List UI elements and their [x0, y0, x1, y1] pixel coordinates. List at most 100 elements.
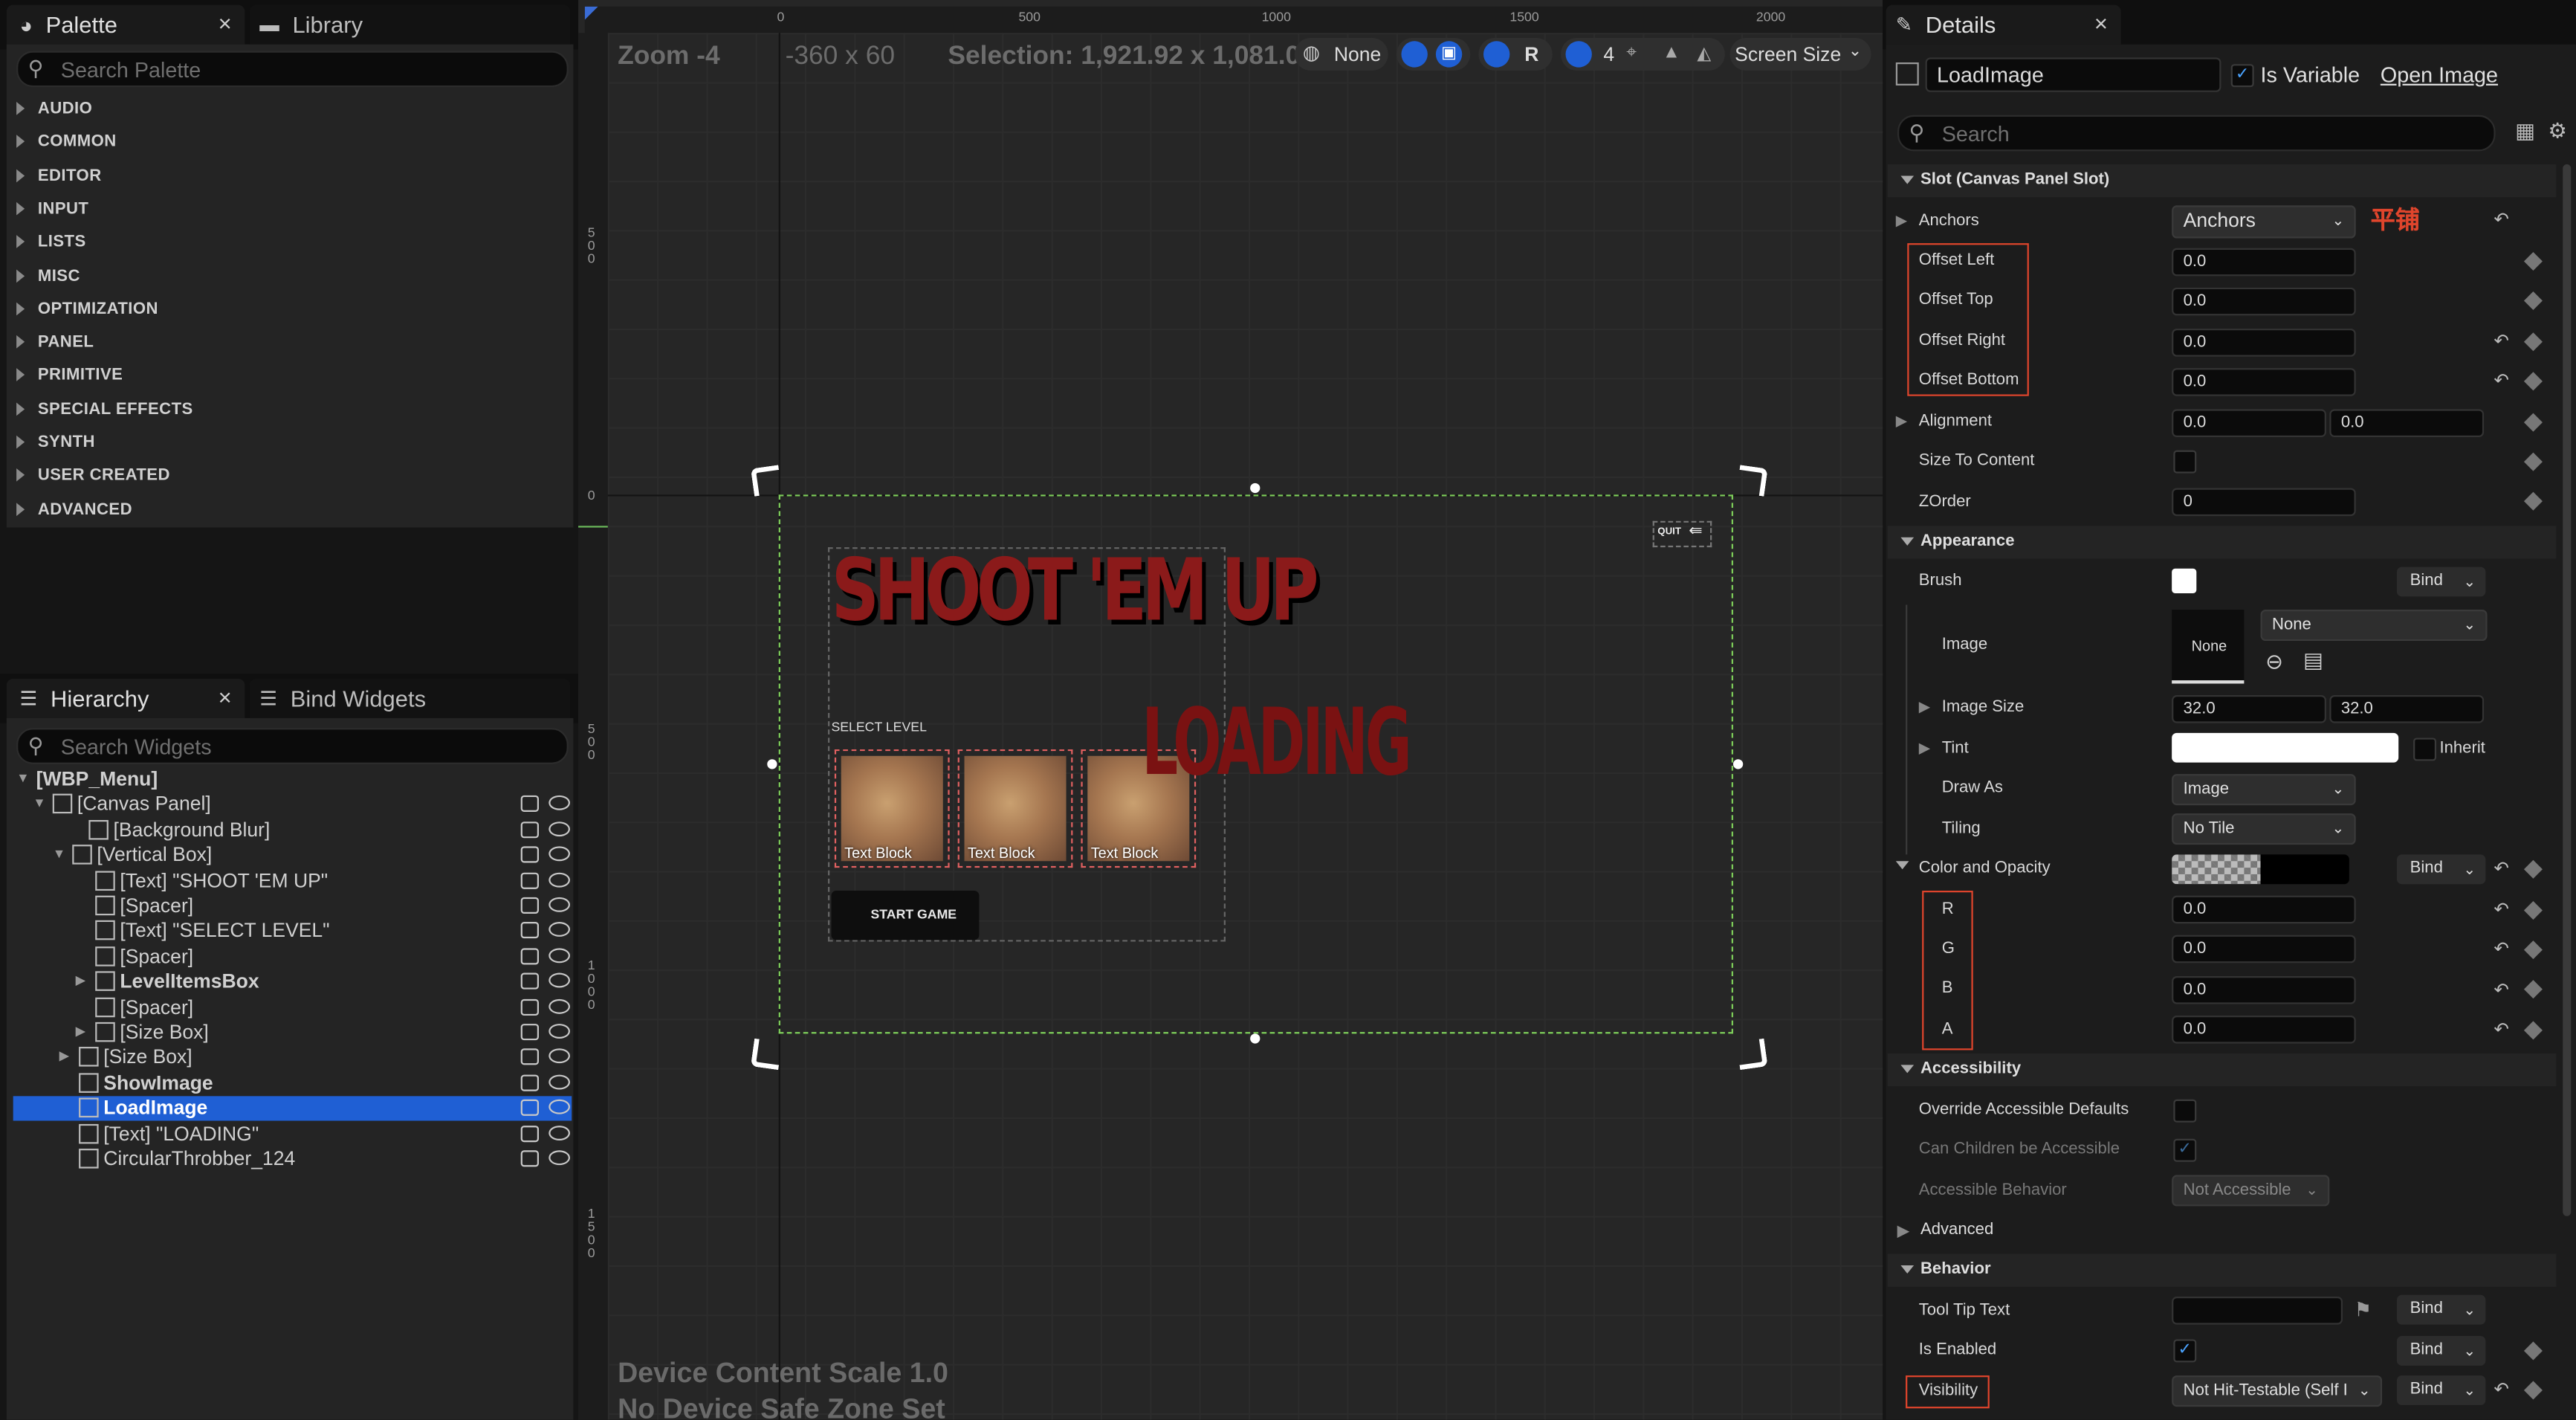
eye-icon[interactable] — [548, 972, 571, 988]
eye-icon[interactable] — [548, 1100, 571, 1115]
lock-icon[interactable] — [520, 922, 540, 940]
quit-button[interactable]: QUIT ⇚ — [1652, 520, 1712, 548]
chevron-down-icon[interactable]: ▼ — [53, 847, 66, 862]
chevron-right-icon[interactable]: ▶ — [1919, 740, 1930, 758]
chevron-right-icon[interactable]: ▶ — [1919, 698, 1930, 716]
reset-icon[interactable]: ↶ — [2494, 899, 2508, 920]
lock-icon[interactable] — [520, 947, 540, 965]
start-game-button[interactable]: START GAME — [831, 891, 980, 940]
alignment-x-field[interactable]: 0.0 — [2172, 409, 2326, 437]
close-icon[interactable]: × — [2094, 10, 2108, 36]
offset-top-field[interactable]: 0.0 — [2172, 287, 2356, 316]
respect-locks-toggle[interactable]: ▣ — [1396, 37, 1471, 71]
chevron-right-icon[interactable]: ▶ — [1896, 212, 1907, 230]
level-item[interactable]: Text Block — [834, 749, 950, 868]
visibility-dropdown[interactable]: Not Hit-Testable (Self I ⌄ — [2172, 1375, 2383, 1407]
palette-category-user-created[interactable]: USER CREATED — [16, 467, 170, 485]
lock-icon[interactable] — [520, 871, 540, 888]
eye-icon[interactable] — [548, 947, 571, 963]
hierarchy-row[interactable]: ▼ [Canvas Panel] — [13, 793, 572, 817]
tint-color-swatch[interactable] — [2172, 732, 2399, 763]
canvas-loading[interactable]: LOADING — [1142, 690, 1412, 797]
palette-search-input[interactable]: ⚲ Search Palette — [16, 51, 569, 88]
brush-bind-button[interactable]: Bind ⌄ — [2396, 567, 2486, 597]
chevron-down-icon[interactable]: ▼ — [16, 771, 30, 786]
lock-icon[interactable] — [520, 846, 540, 863]
eye-icon[interactable] — [548, 897, 571, 912]
reset-icon[interactable]: ↶ — [2494, 209, 2508, 230]
reset-icon[interactable]: ↶ — [2494, 1379, 2508, 1401]
offset-bottom-field[interactable]: 0.0 — [2172, 368, 2356, 396]
browse-asset-icon[interactable]: ▤ — [2303, 648, 2323, 674]
layout-toggle[interactable]: R — [1478, 37, 1553, 71]
resize-handle-top[interactable] — [1250, 483, 1261, 494]
chevron-right-icon[interactable]: ▶ — [59, 1049, 70, 1064]
b-field[interactable]: 0.0 — [2172, 975, 2356, 1004]
use-selected-icon[interactable]: ⊖ — [2265, 649, 2283, 675]
tab-palette[interactable]: ◕ Palette × — [6, 4, 245, 45]
tab-library[interactable]: ▬ Library — [249, 4, 571, 45]
palette-category-advanced[interactable]: ADVANCED — [16, 500, 132, 519]
visibility-bind-button[interactable]: Bind ⌄ — [2396, 1375, 2486, 1405]
reset-icon[interactable]: ↶ — [2494, 858, 2508, 880]
chevron-down-icon[interactable] — [1895, 861, 1909, 870]
draw-as-dropdown[interactable]: Image ⌄ — [2172, 774, 2356, 806]
palette-category-input[interactable]: INPUT — [16, 200, 88, 219]
lock-icon[interactable] — [520, 1150, 540, 1167]
tooltip-bind-button[interactable]: Bind ⌄ — [2396, 1294, 2486, 1325]
hierarchy-row[interactable]: LoadImage — [13, 1096, 572, 1121]
eye-icon[interactable] — [548, 998, 571, 1013]
eye-icon[interactable] — [548, 1125, 571, 1140]
resize-handle-right[interactable] — [1732, 759, 1744, 769]
tooltip-field[interactable] — [2172, 1297, 2343, 1325]
hierarchy-row[interactable]: [Background Blur] — [13, 818, 572, 842]
details-search-input[interactable]: ⚲ Search — [1897, 114, 2496, 152]
section-accessibility[interactable]: Accessibility — [1887, 1053, 2557, 1087]
palette-category-common[interactable]: COMMON — [16, 134, 117, 152]
anchor-handle-top-left[interactable] — [750, 465, 783, 497]
chevron-down-icon[interactable]: ▼ — [33, 796, 46, 811]
resize-handle-left[interactable] — [767, 759, 777, 769]
eye-icon[interactable] — [548, 1049, 571, 1064]
lock-icon[interactable] — [520, 795, 540, 813]
lock-icon[interactable] — [520, 897, 540, 914]
widget-name-field[interactable]: LoadImage — [1925, 57, 2221, 92]
palette-category-editor[interactable]: EDITOR — [16, 167, 102, 185]
palette-category-misc[interactable]: MISC — [16, 267, 80, 285]
cursor-icon[interactable]: ⌖ — [1626, 42, 1637, 64]
color-opacity-swatch[interactable] — [2172, 854, 2349, 885]
table-view-icon[interactable]: ▦ — [2515, 118, 2535, 144]
eye-icon[interactable] — [548, 871, 571, 887]
anchor-handle-bottom-right[interactable] — [1736, 1038, 1768, 1071]
section-behavior[interactable]: Behavior — [1887, 1253, 2557, 1287]
chevron-right-icon[interactable]: ▶ — [1896, 413, 1907, 430]
hierarchy-row[interactable]: ▼ [Vertical Box] — [13, 843, 572, 868]
hierarchy-row[interactable]: [Spacer] — [13, 945, 572, 969]
close-icon[interactable]: × — [219, 10, 232, 36]
is-variable-checkbox[interactable]: ✓ — [2230, 64, 2254, 88]
lock-icon[interactable] — [520, 1125, 540, 1142]
image-thumbnail[interactable]: None — [2172, 610, 2245, 684]
chevron-right-icon[interactable]: ▶ — [76, 973, 86, 988]
hierarchy-row[interactable]: [Text] "SHOOT 'EM UP" — [13, 868, 572, 893]
mirror-icon[interactable]: ◭ — [1697, 42, 1711, 65]
eye-icon[interactable] — [548, 1150, 571, 1166]
g-field[interactable]: 0.0 — [2172, 935, 2356, 964]
hierarchy-row[interactable]: [Text] "SELECT LEVEL" — [13, 919, 572, 943]
section-slot[interactable]: Slot (Canvas Panel Slot) — [1887, 164, 2557, 198]
hierarchy-row[interactable]: [Spacer] — [13, 995, 572, 1020]
hierarchy-row[interactable]: ▶ [Size Box] — [13, 1021, 572, 1045]
override-accessible-checkbox[interactable] — [2173, 1099, 2197, 1123]
palette-category-optimization[interactable]: OPTIMIZATION — [16, 300, 158, 318]
screen-size-dropdown[interactable]: Screen Size ⌄ — [1729, 37, 1871, 71]
hierarchy-row[interactable]: CircularThrobber_124 — [13, 1147, 572, 1172]
tab-hierarchy[interactable]: ☰ Hierarchy × — [6, 678, 245, 718]
chevron-right-icon[interactable]: ▶ — [76, 1024, 86, 1039]
level-item[interactable]: Text Block — [957, 749, 1073, 868]
hierarchy-row[interactable]: [Text] "LOADING" — [13, 1122, 572, 1146]
offset-left-field[interactable]: 0.0 — [2172, 248, 2356, 277]
hierarchy-search-input[interactable]: ⚲ Search Widgets — [16, 728, 569, 764]
details-scrollbar[interactable] — [2563, 164, 2572, 1216]
palette-category-synth[interactable]: SYNTH — [16, 434, 95, 452]
size-to-content-checkbox[interactable] — [2173, 450, 2197, 474]
